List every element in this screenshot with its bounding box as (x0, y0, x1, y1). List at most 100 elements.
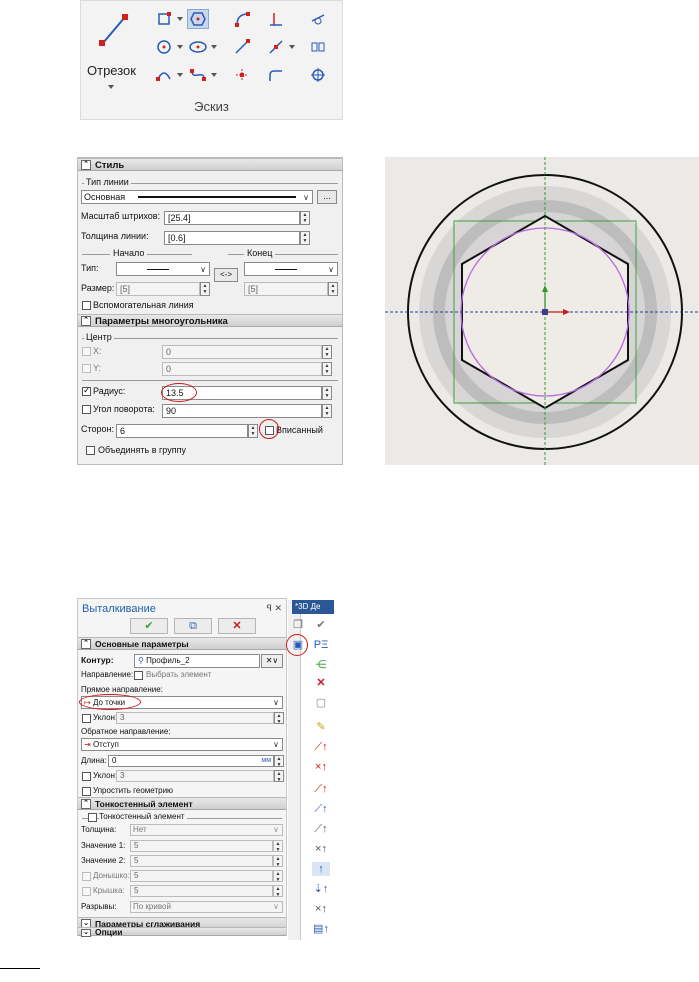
x-spinner[interactable]: ▲ ▼ (322, 345, 332, 359)
radius-checkbox[interactable] (82, 385, 91, 396)
end-size-input[interactable]: [5] (244, 282, 328, 296)
slope1-input[interactable]: 3 (116, 712, 274, 724)
sides-spinner[interactable]: ▲ ▼ (248, 424, 258, 438)
hatch-scale-input[interactable]: [25.4] (164, 211, 300, 225)
start-size-spinner[interactable]: ▲ ▼ (200, 282, 210, 296)
line-width-spinner[interactable]: ▲ ▼ (300, 231, 310, 245)
simplify-checkbox[interactable] (82, 787, 91, 796)
cancel-button[interactable]: ✕ (218, 618, 256, 634)
extrude-x-icon[interactable]: ×↑ (312, 842, 330, 856)
copy-doc-icon[interactable]: ❐ (289, 618, 307, 632)
value2-input[interactable]: 5 (130, 855, 273, 867)
gaps-select[interactable]: По кривой ∨ (130, 901, 283, 913)
length-spinner[interactable]: ▲ ▼ (274, 755, 284, 768)
bottom-spinner[interactable]: ▲ ▼ (273, 870, 283, 883)
polygon-params-header[interactable]: ⌃ Параметры многоугольника (78, 314, 342, 327)
group-checkbox[interactable] (86, 446, 95, 455)
tangent-tool-icon[interactable] (307, 9, 329, 29)
polygon-tool-icon[interactable] (187, 9, 209, 29)
end-size-spinner[interactable]: ▲ ▼ (328, 282, 338, 296)
style-header[interactable]: ⌃ Стиль (78, 158, 342, 171)
point-tool-icon[interactable] (231, 65, 253, 85)
properties-icon[interactable]: PΞ (312, 638, 330, 652)
extrude-1-icon[interactable]: ⟋↑ (312, 802, 330, 816)
fillet-tool-icon[interactable] (265, 65, 287, 85)
value1-input[interactable]: 5 (130, 840, 273, 852)
check-icon[interactable]: ✔ (312, 618, 330, 632)
extrude-up-icon[interactable]: ⟋↑ (312, 782, 330, 796)
polyline-tool-icon[interactable] (265, 37, 287, 57)
document-tab[interactable]: *3D Де (292, 600, 334, 614)
extrude-reverse-icon[interactable]: ⇣↑ (312, 882, 330, 896)
mirror-tool-icon[interactable] (307, 37, 329, 57)
arc-tool-icon[interactable] (231, 9, 253, 29)
apply-button[interactable]: ⧉ (174, 618, 212, 634)
segment-dropdown-icon[interactable] (108, 85, 114, 89)
slope2-checkbox[interactable] (82, 772, 91, 781)
rotation-spinner[interactable]: ▲ ▼ (322, 404, 332, 418)
start-type-select[interactable]: ∨ (116, 262, 210, 276)
arc-3point-tool-icon[interactable] (153, 65, 175, 85)
radius-spinner[interactable]: ▲ ▼ (322, 386, 332, 400)
start-size-input[interactable]: [5] (116, 282, 200, 296)
options-header[interactable]: ⌄ Опции (78, 927, 286, 937)
y-spinner[interactable]: ▲ ▼ (322, 362, 332, 376)
value2-spinner[interactable]: ▲ ▼ (273, 855, 283, 868)
x-checkbox[interactable] (82, 347, 91, 356)
lid-input[interactable]: 5 (130, 885, 273, 897)
segment-tool-label[interactable]: Отрезок (87, 63, 136, 78)
rotation-input[interactable]: 90 (162, 404, 322, 418)
line-angle-tool-icon[interactable] (231, 37, 253, 57)
line-type-select[interactable]: Основная ∨ (81, 190, 313, 204)
slope1-spinner[interactable]: ▲ ▼ (274, 712, 284, 725)
y-checkbox[interactable] (82, 364, 91, 373)
cad-viewport[interactable] (385, 157, 699, 465)
segment-tool-icon[interactable] (95, 9, 131, 49)
panel-pin-close-icon[interactable]: ꟼ ✕ (267, 603, 282, 614)
bottom-input[interactable]: 5 (130, 870, 273, 882)
length-input[interactable]: 0 мм (108, 755, 274, 767)
close-red-icon[interactable]: ✕ (312, 676, 330, 690)
extrude-final-icon[interactable]: ▤↑ (312, 922, 330, 936)
thickness-select[interactable]: Нет ∨ (130, 824, 283, 836)
lid-spinner[interactable]: ▲ ▼ (273, 885, 283, 898)
direction-placeholder[interactable]: Выбрать элемент (146, 669, 212, 681)
pencil-icon[interactable]: ✎ (312, 720, 330, 734)
main-params-header[interactable]: ⌃ Основные параметры (78, 637, 286, 650)
spline-tool-icon[interactable] (187, 65, 209, 85)
x-input[interactable]: 0 (162, 345, 322, 359)
circle-tool-icon[interactable] (153, 37, 175, 57)
line-width-input[interactable]: [0.6] (164, 231, 300, 245)
end-type-select[interactable]: ∨ (244, 262, 338, 276)
tree-icon[interactable]: ⋲ (312, 658, 330, 672)
slope2-spinner[interactable]: ▲ ▼ (274, 770, 284, 783)
extrude-2-icon[interactable]: ⟋↑ (312, 822, 330, 836)
thin-wall-checkbox[interactable] (88, 813, 97, 822)
value1-spinner[interactable]: ▲ ▼ (273, 840, 283, 853)
thin-wall-header[interactable]: ⌃ Тонкостенный элемент (78, 797, 286, 810)
line-type-browse-button[interactable]: ... (317, 190, 337, 204)
y-input[interactable]: 0 (162, 362, 322, 376)
ellipse-tool-icon[interactable] (187, 37, 209, 57)
bottom-checkbox[interactable] (82, 872, 91, 881)
slope2-input[interactable]: 3 (116, 770, 274, 782)
aux-line-checkbox[interactable] (82, 301, 91, 310)
hatch-scale-spinner[interactable]: ▲ ▼ (300, 211, 310, 225)
confirm-button[interactable]: ✔ (130, 618, 168, 634)
extrude-selected-icon[interactable]: ↑ (312, 862, 330, 876)
rotation-checkbox[interactable] (82, 405, 91, 414)
crosshair-tool-icon[interactable] (307, 65, 329, 85)
rectangle-tool-icon[interactable] (153, 9, 175, 29)
direction-checkbox[interactable] (134, 671, 143, 680)
contour-input[interactable]: ⚲ Профиль_2 (134, 654, 260, 668)
slope1-checkbox[interactable] (82, 714, 91, 723)
perpendicular-tool-icon[interactable] (265, 9, 287, 29)
contour-clear-dropdown[interactable]: ✕∨ (261, 654, 283, 668)
reverse-direction-select[interactable]: ⇥ Отступ ∨ (81, 738, 283, 751)
extrude-x2-icon[interactable]: ×↑ (312, 902, 330, 916)
swap-arrows-button[interactable]: <-> (214, 268, 238, 282)
sides-input[interactable]: 6 (116, 424, 248, 438)
extrude-red-icon[interactable]: ⟋↑ (312, 740, 330, 754)
sketch-box-icon[interactable]: ▢ (312, 696, 330, 710)
extrude-cancel-icon[interactable]: ×↑ (312, 760, 330, 774)
